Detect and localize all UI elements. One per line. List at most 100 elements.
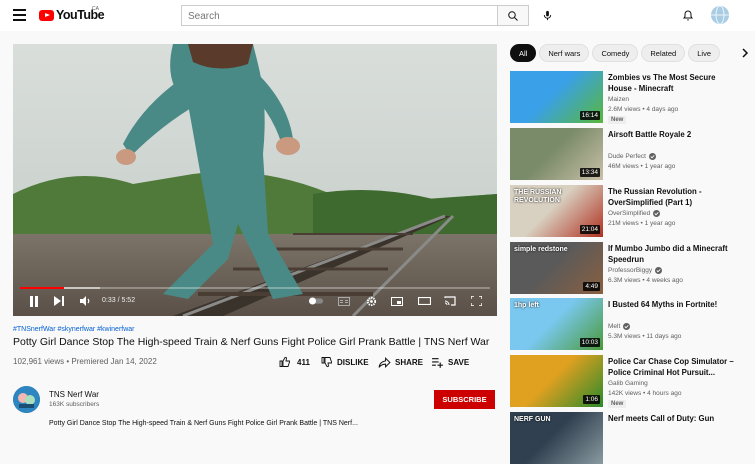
recommendation-channel-name: ProfessorBiggy	[608, 267, 653, 274]
top-bar: YouTube CA	[0, 0, 755, 31]
theater-icon	[417, 297, 431, 305]
microphone-icon	[543, 10, 551, 20]
chip-related[interactable]: Related	[641, 44, 686, 62]
recommendation-stats: 21M views • 1 year ago	[608, 220, 676, 227]
video-duration: 21:04	[579, 225, 600, 234]
skip-next-icon	[54, 296, 64, 306]
verified-check-icon	[655, 267, 663, 274]
recommendation-channel-name: OverSimplified	[608, 210, 651, 217]
miniplayer-icon	[391, 296, 403, 306]
filter-chips: All Nerf wars Comedy Related Live	[510, 44, 732, 62]
recommendation-channel[interactable]: Galib Gaming	[608, 380, 648, 387]
next-button[interactable]	[52, 294, 66, 308]
recommendation-thumbnail[interactable]: 16:14	[510, 71, 603, 123]
recommendation-title[interactable]: Police Car Chase Cop Simulator – Police …	[608, 356, 738, 378]
autoplay-toggle-icon	[309, 297, 323, 305]
youtube-play-icon	[39, 9, 54, 21]
recommendation-item[interactable]: 13:34 Airsoft Battle Royale 2 Dude Perfect…	[510, 128, 750, 180]
recommendation-stats: 5.3M views • 11 days ago	[608, 333, 682, 340]
miniplayer-button[interactable]	[390, 294, 404, 308]
video-duration: 13:34	[579, 168, 600, 177]
new-badge: New	[608, 116, 627, 124]
recommendation-title[interactable]: Airsoft Battle Royale 2	[608, 129, 738, 140]
thumbnail-caption: NERF GUN	[514, 416, 551, 423]
recommendation-channel[interactable]: Dude Perfect	[608, 153, 656, 160]
gear-icon	[366, 296, 376, 306]
recommendation-thumbnail[interactable]: 1hp left 10:03	[510, 298, 603, 350]
chip-all[interactable]: All	[510, 44, 537, 62]
recommendation-channel[interactable]: OverSimplified	[608, 210, 661, 217]
verified-check-icon	[623, 323, 631, 330]
user-avatar[interactable]	[711, 6, 729, 24]
verified-check-icon	[648, 153, 656, 160]
recommendation-title[interactable]: Zombies vs The Most Secure House - Minec…	[608, 72, 738, 94]
menu-icon[interactable]	[13, 9, 26, 21]
like-count: 411	[297, 357, 310, 367]
cast-icon	[444, 296, 456, 306]
channel-name[interactable]: TNS Nerf War	[49, 390, 99, 399]
recommendation-item[interactable]: 1hp left 10:03 I Busted 64 Myths in Fortni…	[510, 298, 750, 350]
recommendation-title[interactable]: The Russian Revolution - OverSimplified …	[608, 186, 738, 208]
subscribe-button[interactable]: SUBSCRIBE	[434, 390, 495, 409]
channel-subscribers: 163K subscribers	[49, 401, 100, 408]
recommendation-item[interactable]: simple redstone 4:49 If Mumbo Jumbo did a …	[510, 242, 750, 294]
pause-icon	[30, 295, 38, 307]
chip-live[interactable]: Live	[688, 44, 720, 62]
recommendation-thumbnail[interactable]: 1:06	[510, 355, 603, 407]
thumbs-up-icon	[279, 356, 290, 367]
chip-comedy[interactable]: Comedy	[592, 44, 639, 62]
chips-next-button[interactable]	[738, 46, 752, 60]
recommendation-title[interactable]: If Mumbo Jumbo did a Minecraft Speedrun	[608, 243, 738, 265]
new-badge: New	[608, 400, 627, 408]
share-button[interactable]: SHARE	[378, 355, 423, 369]
theater-mode-button[interactable]	[417, 294, 431, 308]
dislike-button[interactable]: DISLIKE	[321, 355, 369, 369]
video-title: Potty Girl Dance Stop The High-speed Tra…	[13, 336, 490, 348]
like-button[interactable]: 411	[279, 355, 310, 369]
channel-logo-icon	[13, 386, 40, 413]
recommendation-stats: 142K views • 4 hours ago	[608, 390, 682, 397]
fullscreen-icon	[470, 296, 482, 306]
notifications-button[interactable]	[680, 7, 696, 23]
recommendation-stats: 6.3M views • 4 weeks ago	[608, 277, 683, 284]
save-button[interactable]: SAVE	[431, 355, 469, 369]
recommendation-title[interactable]: Nerf meets Call of Duty: Gun	[608, 413, 738, 424]
settings-button[interactable]	[364, 294, 378, 308]
volume-button[interactable]	[78, 294, 92, 308]
channel-avatar[interactable]	[13, 386, 40, 413]
playlist-add-icon	[432, 357, 443, 368]
time-display: 0:33 / 5:52	[102, 297, 136, 304]
autoplay-toggle[interactable]	[309, 294, 323, 308]
recommendation-title[interactable]: I Busted 64 Myths in Fortnite!	[608, 299, 738, 310]
recommendation-thumbnail[interactable]: 13:34	[510, 128, 603, 180]
search-button[interactable]	[497, 5, 529, 26]
dislike-label: DISLIKE	[337, 357, 369, 367]
volume-icon	[79, 296, 89, 306]
recommendation-item[interactable]: 1:06 Police Car Chase Cop Simulator – Pol…	[510, 355, 750, 408]
chip-nerf-wars[interactable]: Nerf wars	[539, 44, 590, 62]
thumbs-down-icon	[321, 357, 332, 368]
recommendation-item[interactable]: NERF GUN Nerf meets Call of Duty: Gun	[510, 412, 750, 464]
recommendation-channel[interactable]: Maizen	[608, 96, 629, 103]
recommendation-channel[interactable]: Melt	[608, 323, 631, 330]
video-player[interactable]: 0:33 / 5:52	[13, 44, 497, 316]
recommendation-thumbnail[interactable]: NERF GUN	[510, 412, 603, 464]
chevron-right-icon	[741, 48, 748, 58]
cast-button[interactable]	[443, 294, 457, 308]
share-label: SHARE	[395, 357, 424, 367]
recommendation-item[interactable]: 16:14 Zombies vs The Most Secure House - …	[510, 71, 750, 124]
search-input[interactable]	[182, 7, 497, 26]
recommendation-channel[interactable]: ProfessorBiggy	[608, 267, 663, 274]
voice-search-button[interactable]	[539, 7, 555, 23]
recommendation-thumbnail[interactable]: simple redstone 4:49	[510, 242, 603, 294]
share-icon	[378, 356, 391, 368]
subtitles-button[interactable]	[337, 294, 351, 308]
fullscreen-button[interactable]	[469, 294, 483, 308]
subtitles-icon	[338, 296, 350, 306]
video-hashtags[interactable]: #TNSnerfWar #skynerfwar #kwinerfwar	[13, 326, 135, 333]
recommendation-item[interactable]: THE RUSSIAN REVOLUTION 21:04 The Russian R…	[510, 185, 750, 237]
save-label: SAVE	[448, 357, 470, 367]
recommendation-thumbnail[interactable]: THE RUSSIAN REVOLUTION 21:04	[510, 185, 603, 237]
thumbnail-caption: THE RUSSIAN REVOLUTION	[514, 189, 562, 204]
pause-button[interactable]	[27, 294, 41, 308]
